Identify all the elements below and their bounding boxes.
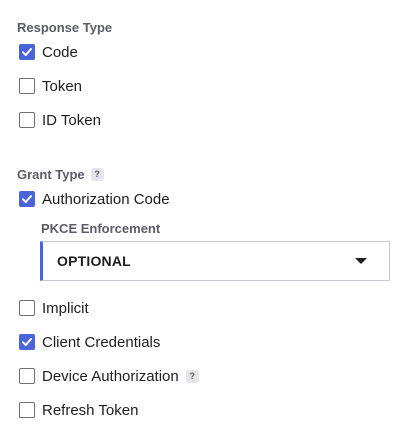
pkce-enforcement-select[interactable]: OPTIONAL: [40, 241, 390, 281]
checkbox-client-credentials-label: Client Credentials: [42, 333, 161, 351]
checkbox-client-credentials[interactable]: Client Credentials: [19, 332, 160, 352]
checkbox-refresh-token-box[interactable]: [19, 402, 35, 418]
pkce-enforcement-label: PKCE Enforcement: [41, 221, 161, 236]
response-type-heading: Response Type: [17, 20, 112, 35]
checkbox-token[interactable]: Token: [19, 76, 82, 96]
checkbox-client-credentials-box[interactable]: [19, 334, 35, 350]
checkbox-implicit[interactable]: Implicit: [19, 298, 89, 318]
checkbox-device-authorization[interactable]: Device Authorization ?: [19, 366, 199, 386]
help-icon[interactable]: ?: [90, 168, 104, 181]
checkbox-authorization-code-label: Authorization Code: [42, 190, 170, 208]
checkbox-code[interactable]: Code: [19, 42, 78, 62]
checkbox-code-label: Code: [42, 43, 78, 61]
checkbox-code-box[interactable]: [19, 44, 35, 60]
checkbox-refresh-token[interactable]: Refresh Token: [19, 400, 138, 420]
checkbox-token-box[interactable]: [19, 78, 35, 94]
pkce-enforcement-value: OPTIONAL: [57, 253, 131, 269]
checkbox-implicit-label: Implicit: [42, 299, 89, 317]
checkbox-device-authorization-label: Device Authorization: [42, 367, 179, 385]
checkbox-implicit-box[interactable]: [19, 300, 35, 316]
chevron-down-icon: [355, 258, 367, 264]
checkmark-icon: [22, 338, 32, 346]
grant-type-label: Grant Type: [17, 167, 85, 182]
response-type-label: Response Type: [17, 20, 113, 35]
oauth-settings-panel: Response Type Code Token ID Token Grant …: [0, 0, 407, 442]
checkbox-device-authorization-box[interactable]: [19, 368, 35, 384]
checkbox-id-token[interactable]: ID Token: [19, 110, 101, 130]
checkbox-id-token-label: ID Token: [42, 111, 101, 129]
checkbox-token-label: Token: [42, 77, 83, 95]
checkbox-authorization-code[interactable]: Authorization Code: [19, 189, 170, 209]
checkbox-id-token-box[interactable]: [19, 112, 35, 128]
checkmark-icon: [22, 48, 32, 56]
checkbox-refresh-token-label: Refresh Token: [42, 401, 139, 419]
checkbox-authorization-code-box[interactable]: [19, 191, 35, 207]
help-icon[interactable]: ?: [185, 369, 199, 383]
checkmark-icon: [22, 195, 32, 203]
grant-type-heading: Grant Type ?: [17, 167, 104, 182]
